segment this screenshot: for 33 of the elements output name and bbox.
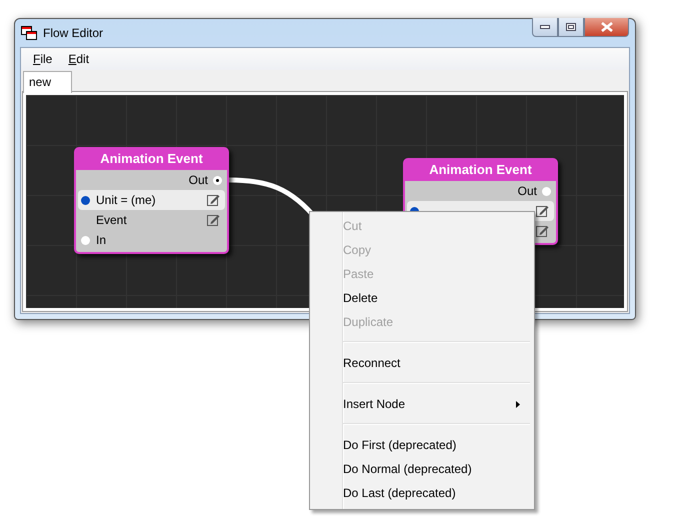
- edit-icon[interactable]: [536, 225, 549, 237]
- menu-item[interactable]: Delete: [310, 286, 534, 310]
- menu-item[interactable]: File: [25, 52, 60, 66]
- menu-item[interactable]: Reconnect: [310, 351, 534, 375]
- maximize-button[interactable]: [558, 18, 584, 37]
- window-title: Flow Editor: [43, 26, 104, 40]
- output-pin[interactable]: [213, 176, 222, 184]
- node-card[interactable]: Animation Event Out Unit = (me) Event In: [74, 147, 229, 254]
- tab[interactable]: new: [23, 71, 72, 93]
- minimize-icon: [540, 25, 550, 29]
- menu-item[interactable]: Do Normal (deprecated): [310, 457, 534, 481]
- minimize-button[interactable]: [532, 18, 558, 37]
- menu-item[interactable]: Edit: [60, 52, 98, 66]
- close-button[interactable]: [584, 18, 629, 37]
- input-pin[interactable]: [81, 196, 90, 204]
- port-label: Unit = (me): [96, 193, 157, 207]
- close-icon: [600, 22, 612, 32]
- port-label: In: [96, 233, 106, 247]
- node-title: Animation Event: [76, 149, 227, 170]
- node-title: Animation Event: [405, 160, 556, 181]
- edit-icon[interactable]: [207, 194, 220, 206]
- app-icon: [21, 26, 37, 40]
- edit-icon[interactable]: [207, 214, 220, 226]
- port-label: Out: [518, 184, 537, 198]
- submenu-item[interactable]: Insert Node: [310, 392, 534, 416]
- port-label: Event: [96, 213, 128, 227]
- maximize-icon: [566, 23, 576, 31]
- menu-item[interactable]: Do Last (deprecated): [310, 481, 534, 505]
- input-pin[interactable]: [81, 236, 90, 244]
- submenu-arrow-icon: [516, 401, 520, 408]
- menu-item[interactable]: Do First (deprecated): [310, 433, 534, 457]
- port-label: Out: [188, 173, 208, 187]
- edit-icon[interactable]: [536, 205, 549, 217]
